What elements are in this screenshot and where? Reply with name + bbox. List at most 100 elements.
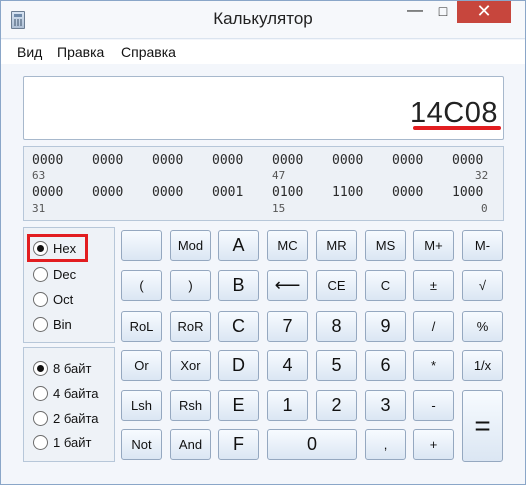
right-shift-button[interactable]: Rsh — [170, 390, 211, 421]
bit-position-label: 47 — [272, 169, 286, 182]
radio-label-dec: Dec — [53, 266, 77, 282]
clear-entry-button[interactable]: CE — [316, 270, 357, 301]
bit-group: 0000 — [272, 153, 304, 168]
hex-f-button[interactable]: F — [218, 429, 259, 460]
menu-edit[interactable]: Правка — [57, 44, 104, 60]
backspace-button[interactable]: ⟵ — [267, 270, 308, 301]
display-underline-annotation — [413, 126, 501, 130]
calculator-display: 14C08 — [23, 76, 504, 140]
memory-add-button[interactable]: M+ — [413, 230, 454, 261]
bit-position-label: 15 — [272, 202, 286, 215]
hex-c-button[interactable]: C — [218, 311, 259, 342]
square-root-button[interactable]: √ — [462, 270, 503, 301]
and-button[interactable]: And — [170, 429, 211, 460]
menu-help[interactable]: Справка — [121, 44, 176, 60]
digit-4-button[interactable]: 4 — [267, 350, 308, 381]
blank-button[interactable] — [121, 230, 162, 261]
title-bar: Калькулятор — □ ✕ — [1, 1, 525, 39]
hex-highlight-annotation — [27, 234, 88, 262]
radio-dec[interactable]: Dec — [33, 264, 76, 284]
menu-view[interactable]: Вид — [17, 44, 42, 60]
bit-group: 0000 — [452, 153, 484, 168]
radio-1-byte[interactable]: 1 байт — [33, 432, 91, 452]
radio-button[interactable] — [33, 266, 48, 282]
equals-button[interactable]: = — [462, 390, 503, 462]
not-button[interactable]: Not — [121, 429, 162, 460]
bit-group: 0000 — [32, 153, 64, 168]
minus-button[interactable]: - — [413, 390, 454, 421]
percent-button[interactable]: % — [462, 311, 503, 342]
bit-position-label: 31 — [32, 202, 46, 215]
digit-7-button[interactable]: 7 — [267, 311, 308, 342]
plus-minus-button[interactable]: ± — [413, 270, 454, 301]
reciprocal-button[interactable]: 1/x — [462, 350, 503, 381]
radio-button[interactable] — [33, 434, 48, 450]
radio-button[interactable] — [33, 291, 48, 307]
memory-clear-button[interactable]: MC — [267, 230, 308, 261]
radio-label-8-bytes: 8 байт — [53, 360, 92, 376]
bit-group: 0000 — [152, 185, 184, 200]
hex-a-button[interactable]: A — [218, 230, 259, 261]
radio-label-4-bytes: 4 байта — [53, 385, 99, 401]
bit-group: 0100 — [272, 185, 304, 200]
minimize-button[interactable]: — — [401, 1, 429, 23]
digit-2-button[interactable]: 2 — [316, 390, 357, 421]
close-button[interactable]: ✕ — [457, 1, 511, 23]
radio-label-1-byte: 1 байт — [53, 434, 92, 450]
hex-e-button[interactable]: E — [218, 390, 259, 421]
radio-4-bytes[interactable]: 4 байта — [33, 383, 99, 403]
plus-button[interactable]: + — [413, 429, 454, 460]
bit-group: 1100 — [332, 185, 364, 200]
bit-position-label: 32 — [475, 169, 489, 182]
menu-bar: Вид Правка Справка — [1, 40, 525, 64]
radio-2-bytes[interactable]: 2 байта — [33, 408, 99, 428]
xor-button[interactable]: Xor — [170, 350, 211, 381]
rotate-right-button[interactable]: RoR — [170, 311, 211, 342]
rotate-left-button[interactable]: RoL — [121, 311, 162, 342]
digit-8-button[interactable]: 8 — [316, 311, 357, 342]
memory-subtract-button[interactable]: M- — [462, 230, 503, 261]
bit-group: 0001 — [212, 185, 244, 200]
radio-8-bytes[interactable]: 8 байт — [33, 358, 91, 378]
radio-button[interactable] — [33, 316, 48, 332]
digit-3-button[interactable]: 3 — [365, 390, 406, 421]
digit-9-button[interactable]: 9 — [365, 311, 406, 342]
decimal-separator-button[interactable]: , — [365, 429, 406, 460]
radio-bin[interactable]: Bin — [33, 314, 72, 334]
digit-6-button[interactable]: 6 — [365, 350, 406, 381]
divide-button[interactable]: / — [413, 311, 454, 342]
radio-button[interactable] — [33, 385, 48, 401]
bit-group: 0000 — [32, 185, 64, 200]
bit-display-panel: 0000 0000 0000 0000 0000 0000 0000 0000 … — [23, 146, 504, 221]
radio-oct[interactable]: Oct — [33, 289, 73, 309]
digit-0-button[interactable]: 0 — [267, 429, 357, 460]
radio-button-selected[interactable] — [33, 360, 48, 376]
bit-group: 0000 — [152, 153, 184, 168]
bit-position-label: 0 — [481, 202, 488, 215]
memory-store-button[interactable]: MS — [365, 230, 406, 261]
hex-d-button[interactable]: D — [218, 350, 259, 381]
bit-group: 0000 — [212, 153, 244, 168]
bit-group: 0000 — [92, 185, 124, 200]
left-shift-button[interactable]: Lsh — [121, 390, 162, 421]
multiply-button[interactable]: * — [413, 350, 454, 381]
calculator-window: Калькулятор — □ ✕ Вид Правка Справка 14C… — [0, 0, 526, 485]
hex-b-button[interactable]: B — [218, 270, 259, 301]
bit-group: 0000 — [92, 153, 124, 168]
radio-button[interactable] — [33, 410, 48, 426]
digit-5-button[interactable]: 5 — [316, 350, 357, 381]
left-paren-button[interactable]: ( — [121, 270, 162, 301]
memory-recall-button[interactable]: MR — [316, 230, 357, 261]
bit-group: 0000 — [392, 153, 424, 168]
or-button[interactable]: Or — [121, 350, 162, 381]
clear-button[interactable]: C — [365, 270, 406, 301]
digit-1-button[interactable]: 1 — [267, 390, 308, 421]
radio-label-oct: Oct — [53, 291, 74, 307]
radio-label-bin: Bin — [53, 316, 72, 332]
bit-group: 1000 — [452, 185, 484, 200]
radio-label-2-bytes: 2 байта — [53, 410, 99, 426]
maximize-button[interactable]: □ — [429, 1, 457, 23]
mod-button[interactable]: Mod — [170, 230, 211, 261]
bit-group: 0000 — [332, 153, 364, 168]
right-paren-button[interactable]: ) — [170, 270, 211, 301]
